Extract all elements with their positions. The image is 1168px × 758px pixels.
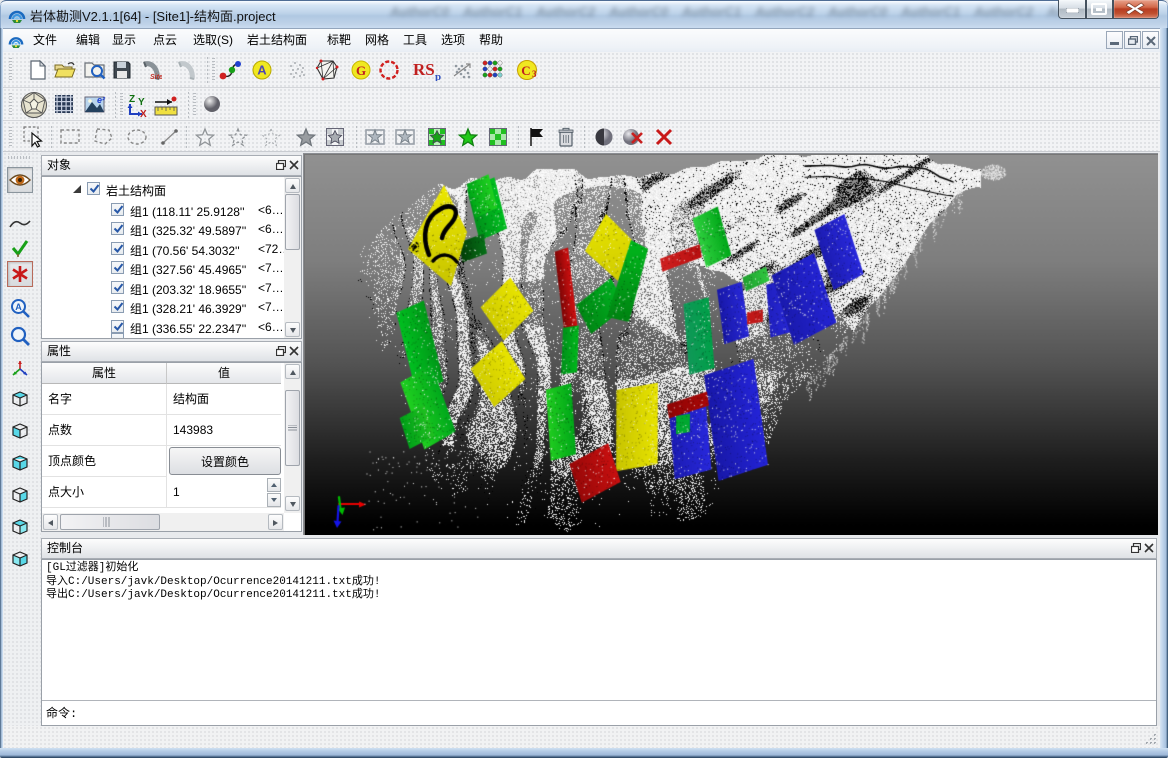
svg-text:3: 3 xyxy=(532,69,537,79)
svg-text:e²: e² xyxy=(97,95,106,105)
svg-text:RS: RS xyxy=(413,60,435,79)
svg-text:Site: Site xyxy=(150,74,162,80)
svg-text:A: A xyxy=(15,302,22,312)
svg-text:Z: Z xyxy=(129,94,135,105)
svg-text:Y: Y xyxy=(138,97,145,108)
svg-text:G: G xyxy=(356,63,366,78)
svg-text:A: A xyxy=(257,63,267,78)
svg-text:X: X xyxy=(140,109,147,117)
svg-text:p: p xyxy=(435,71,441,81)
svg-text:C: C xyxy=(521,63,530,78)
